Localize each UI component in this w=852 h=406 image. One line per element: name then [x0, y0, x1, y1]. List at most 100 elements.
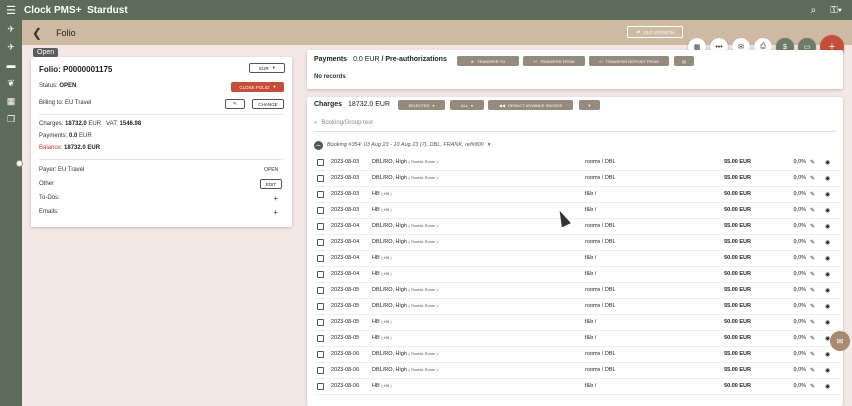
eye-icon[interactable]: ◉: [825, 383, 830, 390]
eye-icon[interactable]: ◉: [825, 159, 830, 166]
charge-date: 2023-08-05: [331, 335, 360, 341]
add-todo-icon[interactable]: +: [273, 194, 278, 203]
row-checkbox[interactable]: [317, 191, 324, 198]
eye-icon[interactable]: ◉: [825, 319, 830, 326]
eye-icon[interactable]: ◉: [825, 287, 830, 294]
back-arrow-icon[interactable]: ❮: [32, 26, 42, 40]
charge-category: f&b /: [585, 255, 597, 261]
row-checkbox[interactable]: [317, 303, 324, 310]
charge-row: 2023-08-04 HB ( HB ) f&b / 50.00 EUR 9.0% ✎ ◉: [314, 251, 840, 267]
charge-date: 2023-08-05: [331, 319, 360, 325]
bed-icon[interactable]: ▬: [0, 56, 22, 74]
pencil-icon[interactable]: ✎: [810, 207, 815, 214]
eye-icon[interactable]: ◉: [825, 367, 830, 374]
eye-icon[interactable]: ◉: [825, 191, 830, 198]
pencil-icon[interactable]: ✎: [810, 303, 815, 310]
pencil-icon[interactable]: ✎: [810, 351, 815, 358]
eye-icon[interactable]: ◉: [825, 303, 830, 310]
archive-icon: ▤: [682, 58, 686, 64]
calendar-icon[interactable]: ▦: [0, 92, 22, 110]
row-checkbox[interactable]: [317, 319, 324, 326]
key-icon[interactable]: ⚿▾: [830, 5, 842, 16]
charge-date: 2023-08-05: [331, 287, 360, 293]
row-checkbox[interactable]: [317, 239, 324, 246]
close-folio-button[interactable]: CLOSE FOLIO ▾: [231, 82, 284, 92]
nav-collapse-handle[interactable]: [16, 160, 23, 167]
pencil-icon[interactable]: ✎: [810, 255, 815, 262]
plane-departure-icon[interactable]: ✈: [0, 38, 22, 56]
leaf-icon[interactable]: ❦: [0, 74, 22, 92]
eye-icon[interactable]: ◉: [825, 271, 830, 278]
charges-row: Charges: 18732.0 EUR VAT: 1546.98: [39, 121, 142, 127]
edit-pencil-button[interactable]: ✎: [225, 99, 245, 109]
eye-icon[interactable]: ◉: [825, 223, 830, 230]
charge-vat: 9.0%: [793, 207, 806, 213]
charge-description: DBL/RO, High ( Double Room ): [372, 287, 438, 293]
change-button[interactable]: CHANGE: [252, 99, 284, 109]
pencil-icon[interactable]: ✎: [810, 367, 815, 374]
caret-down-icon[interactable]: ▾: [488, 142, 491, 148]
selected-button[interactable]: SELECTED ▾: [398, 100, 445, 110]
pencil-icon[interactable]: ✎: [810, 191, 815, 198]
pencil-icon[interactable]: ✎: [810, 287, 815, 294]
left-nav: ✈ ✈ ▬ ❦ ▦ ❐: [0, 20, 23, 406]
edit-button[interactable]: EDIT: [260, 179, 282, 189]
filter-button[interactable]: ▼: [579, 100, 600, 110]
deduct-advance-invoice-button[interactable]: ◀◀ DEDUCT ADVANCE INVOICE: [488, 100, 573, 110]
row-checkbox[interactable]: [317, 287, 324, 294]
charge-date: 2023-08-04: [331, 255, 360, 261]
charge-amount: 50.00 EUR: [724, 335, 751, 341]
row-checkbox[interactable]: [317, 383, 324, 390]
archive-button[interactable]: ▤: [674, 56, 694, 66]
booking-group-header[interactable]: − Booking #354: 03 Aug 23 - 10 Aug 23 (7…: [314, 140, 491, 150]
eye-icon[interactable]: ◉: [825, 175, 830, 182]
charges-title: Charges 18732.0 EUR: [314, 101, 391, 108]
pencil-icon[interactable]: ✎: [810, 271, 815, 278]
transfer-from-button[interactable]: ↩ TRANSFER FROM: [523, 56, 585, 66]
currency-select[interactable]: EUR ▾: [249, 63, 285, 73]
charge-vat: 9.0%: [793, 319, 806, 325]
pencil-icon[interactable]: ✎: [810, 175, 815, 182]
copy-icon[interactable]: ❐: [0, 110, 22, 128]
eye-icon[interactable]: ◉: [825, 351, 830, 358]
emails-label: Emails:: [39, 209, 59, 215]
charge-row: 2023-08-04 DBL/RO, High ( Double Room ) ro…: [314, 219, 840, 235]
transfer-to-button[interactable]: ➤ TRANSFER TO: [457, 56, 519, 66]
row-checkbox[interactable]: [317, 255, 324, 262]
plane-arrival-icon[interactable]: ✈: [0, 20, 22, 38]
pencil-icon[interactable]: ✎: [810, 383, 815, 390]
divider: [39, 159, 284, 160]
app-title: Clock PMS+ Stardust: [24, 4, 128, 16]
all-button[interactable]: ALL ▾: [450, 100, 484, 110]
row-checkbox[interactable]: [317, 271, 324, 278]
row-checkbox[interactable]: [317, 223, 324, 230]
charge-category: f&b /: [585, 191, 597, 197]
hamburger-icon[interactable]: ☰: [0, 4, 22, 17]
external-icon: ⇄: [636, 29, 641, 34]
pencil-icon[interactable]: ✎: [810, 159, 815, 166]
row-checkbox[interactable]: [317, 351, 324, 358]
charge-row: 2023-08-05 HB ( HB ) f&b / 50.00 EUR 9.0% ✎ ◉: [314, 315, 840, 331]
eye-icon[interactable]: ◉: [825, 255, 830, 262]
row-checkbox[interactable]: [317, 335, 324, 342]
pencil-icon[interactable]: ✎: [810, 239, 815, 246]
inbox-icon[interactable]: ✉: [830, 331, 850, 351]
eye-icon[interactable]: ◉: [825, 239, 830, 246]
pencil-icon[interactable]: ✎: [810, 223, 815, 230]
eye-icon[interactable]: ◉: [825, 207, 830, 214]
search-icon[interactable]: ⌕: [811, 5, 817, 16]
charge-category: f&b /: [585, 383, 597, 389]
old-version-button[interactable]: ⇄ OLD VERSION: [627, 26, 683, 38]
collapse-icon[interactable]: −: [314, 140, 323, 150]
charge-row: 2023-08-03 DBL/RO, High ( Double Room ) ro…: [314, 155, 840, 171]
transfer-deposit-button[interactable]: ↩ TRANSFER DEPOSIT FROM: [589, 56, 669, 66]
row-checkbox[interactable]: [317, 367, 324, 374]
row-checkbox[interactable]: [317, 207, 324, 214]
add-email-icon[interactable]: +: [273, 208, 278, 217]
pencil-icon[interactable]: ✎: [810, 319, 815, 326]
booking-search-input[interactable]: ⌕ Booking/Group text: [314, 115, 836, 132]
pencil-icon[interactable]: ✎: [810, 335, 815, 342]
row-checkbox[interactable]: [317, 159, 324, 166]
page-title: Folio: [56, 27, 76, 38]
row-checkbox[interactable]: [317, 175, 324, 182]
